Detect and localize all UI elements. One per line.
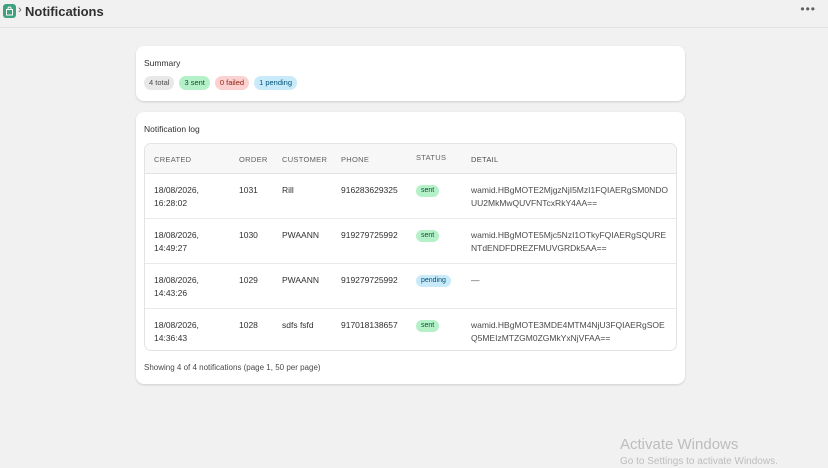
total-badge: 4 total (144, 76, 175, 90)
log-title: Notification log (144, 124, 200, 134)
top-bar: › Notifications ••• (0, 0, 828, 28)
customer-cell: PWAANN (282, 275, 319, 285)
column-customer[interactable]: CUSTOMER (282, 155, 327, 164)
column-order[interactable]: ORDER (239, 155, 268, 164)
phone-cell: 919279725992 (341, 275, 398, 285)
pending-badge: 1 pending (254, 76, 298, 90)
status-badge: pending (416, 275, 451, 287)
sent-badge: 3 sent (179, 76, 210, 90)
order-cell: 1028 (239, 320, 258, 330)
order-cell: 1031 (239, 185, 258, 195)
watermark-title: Activate Windows (620, 436, 739, 453)
table-row[interactable]: 18/08/2026, 14:36:43 1028 sdfs fsfd 9170… (145, 309, 676, 350)
activate-windows-watermark: Activate Windows Go to Settings to activ… (620, 436, 778, 468)
more-actions-button[interactable]: ••• (800, 2, 816, 16)
summary-badges: 4 total 3 sent 0 failed 1 pending (144, 76, 298, 90)
phone-cell: 919279725992 (341, 230, 398, 240)
created-cell: 18/08/2026, 14:49:27 (154, 230, 199, 253)
column-created[interactable]: CREATED (154, 155, 224, 164)
status-cell: pending (416, 273, 451, 287)
created-cell: 18/08/2026, 16:28:02 (154, 185, 199, 208)
summary-card: Summary 4 total 3 sent 0 failed 1 pendin… (136, 46, 685, 101)
status-cell: sent (416, 183, 440, 197)
pagination-summary: Showing 4 of 4 notifications (page 1, 50… (144, 363, 321, 372)
column-phone[interactable]: PHONE (341, 155, 369, 164)
status-badge: sent (416, 230, 440, 242)
order-cell: 1029 (239, 275, 258, 285)
failed-badge: 0 failed (214, 76, 250, 90)
detail-cell: — (471, 275, 480, 285)
customer-cell: Rill (282, 185, 294, 195)
summary-title: Summary (144, 58, 181, 68)
order-cell: 1030 (239, 230, 258, 240)
created-cell: 18/08/2026, 14:36:43 (154, 320, 199, 343)
bag-icon[interactable] (3, 4, 16, 18)
status-cell: sent (416, 228, 440, 242)
detail-cell: wamid.HBgMOTE3MDE4MTM4NjU3FQIAERgSOEQ5ME… (471, 320, 665, 343)
table-row[interactable]: 18/08/2026, 14:43:26 1029 PWAANN 9192797… (145, 264, 676, 309)
table-row[interactable]: 18/08/2026, 16:28:02 1031 Rill 916283629… (145, 174, 676, 219)
watermark-subtitle: Go to Settings to activate Windows. (620, 456, 778, 467)
status-badge: sent (416, 320, 440, 332)
column-detail[interactable]: DETAIL (471, 155, 671, 164)
customer-cell: PWAANN (282, 230, 319, 240)
column-status[interactable]: STATUS (416, 153, 446, 162)
phone-cell: 917018138657 (341, 320, 398, 330)
detail-cell: wamid.HBgMOTE2MjgzNjI5MzI1FQIAERgSM0NDOU… (471, 185, 668, 208)
table-header: CREATED ORDER CUSTOMER PHONE STATUS DETA… (145, 144, 676, 174)
chevron-right-icon: › (18, 4, 22, 16)
phone-cell: 916283629325 (341, 185, 398, 195)
table-row[interactable]: 18/08/2026, 14:49:27 1030 PWAANN 9192797… (145, 219, 676, 264)
created-cell: 18/08/2026, 14:43:26 (154, 275, 199, 298)
customer-cell: sdfs fsfd (282, 320, 314, 330)
status-badge: sent (416, 185, 440, 197)
page-title: Notifications (25, 4, 104, 19)
notification-table: CREATED ORDER CUSTOMER PHONE STATUS DETA… (144, 143, 677, 351)
notification-log-card: Notification log CREATED ORDER CUSTOMER … (136, 112, 685, 384)
status-cell: sent (416, 318, 440, 332)
detail-cell: wamid.HBgMOTE5Mjc5NzI1OTkyFQIAERgSQURENT… (471, 230, 667, 253)
